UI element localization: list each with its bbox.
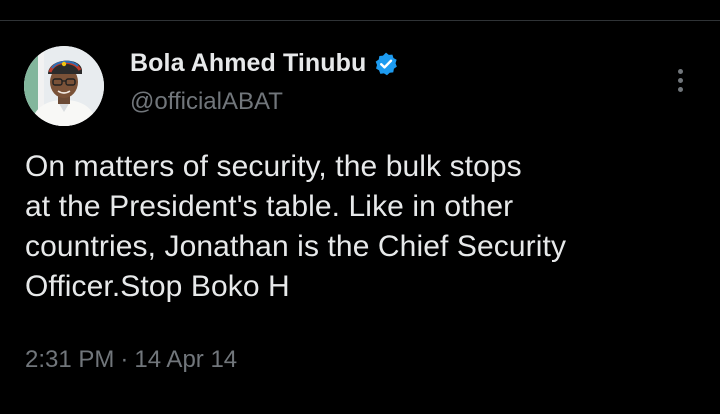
tweet-text: On matters of security, the bulk stops a…	[25, 150, 567, 303]
more-vertical-icon[interactable]	[666, 60, 694, 100]
meta-separator: ·	[120, 346, 129, 373]
more-dot	[677, 77, 683, 83]
more-dot	[677, 68, 683, 74]
tweet-timestamp[interactable]: 2:31 PM · 14 Apr 14	[25, 346, 237, 374]
verified-badge-icon	[373, 51, 399, 77]
more-dot	[677, 86, 683, 92]
author-handle[interactable]: @officialABAT	[130, 88, 283, 116]
author-name-row[interactable]: Bola Ahmed Tinubu	[130, 49, 399, 78]
tweet: Bola Ahmed Tinubu @officialABAT On matte…	[0, 0, 720, 414]
tweet-time[interactable]: 2:31 PM	[25, 346, 114, 373]
profile-photo-icon	[24, 46, 104, 126]
author-display-name[interactable]: Bola Ahmed Tinubu	[130, 49, 366, 78]
tweet-date[interactable]: 14 Apr 14	[134, 346, 237, 373]
avatar[interactable]	[24, 46, 104, 126]
